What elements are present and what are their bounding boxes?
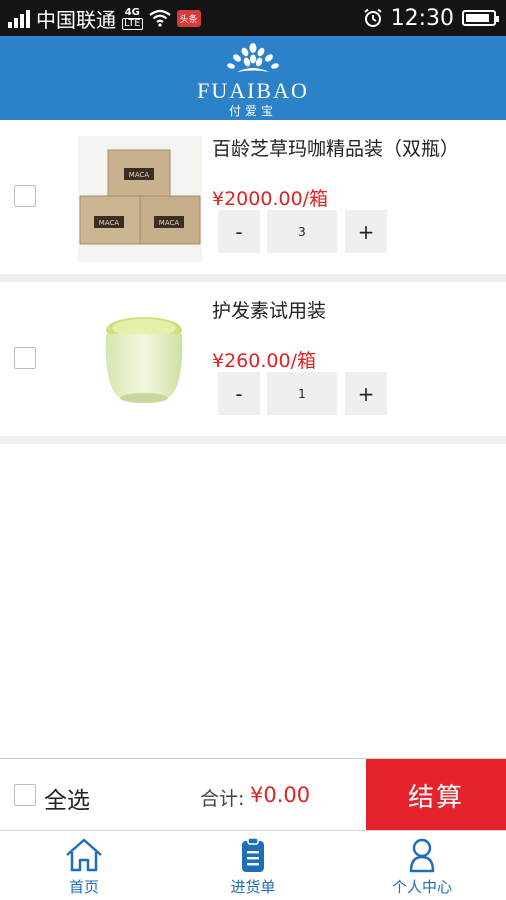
cart-item: MACA MACA MACA 百龄芝草玛咖精品装（双瓶） ¥2000.00/箱 … — [0, 120, 506, 274]
app-header: FUAIBAO 付爱宝 — [0, 36, 506, 120]
increase-button[interactable]: + — [345, 210, 387, 253]
item-checkbox[interactable] — [14, 185, 36, 207]
item-name: 护发素试用装 — [212, 300, 327, 322]
bottom-tab-bar: 首页 进货单 个人中心 — [0, 830, 506, 900]
tab-purchase-list[interactable]: 进货单 — [169, 831, 337, 900]
total-amount: ¥0.00 — [250, 783, 311, 807]
total-label: 合计: — [200, 788, 245, 810]
tab-home[interactable]: 首页 — [0, 831, 168, 900]
brand-name: FUAIBAO — [197, 78, 309, 103]
item-price: ¥2000.00/箱 — [212, 188, 329, 210]
decrease-button[interactable]: - — [218, 372, 260, 415]
tab-profile-label: 个人中心 — [391, 878, 452, 896]
home-icon — [66, 838, 102, 872]
tab-purchase-list-label: 进货单 — [230, 878, 276, 896]
maca-boxes-image: MACA MACA MACA — [78, 136, 202, 262]
divider — [0, 274, 506, 282]
checkout-button[interactable]: 结算 — [366, 759, 506, 831]
news-notification-icon: 头条 — [176, 9, 201, 27]
alarm-icon — [363, 8, 382, 27]
brand-subtitle: 付爱宝 — [228, 104, 277, 118]
select-all-label[interactable]: 全选 — [44, 781, 90, 815]
network-label: 4G — [124, 6, 140, 18]
battery-level — [466, 14, 490, 22]
select-all-checkbox[interactable] — [14, 784, 36, 806]
status-right: 12:30 — [363, 0, 499, 36]
carrier-name: 中国联通 — [36, 7, 116, 32]
cart-item: 护发素试用装 ¥260.00/箱 - 1 + — [0, 282, 506, 436]
person-icon — [409, 838, 435, 873]
cream-jar-image — [105, 317, 183, 403]
item-name: 百龄芝草玛咖精品装（双瓶） — [212, 138, 460, 160]
tab-profile[interactable]: 个人中心 — [338, 831, 506, 900]
brand-logo-icon — [227, 43, 279, 72]
item-checkbox[interactable] — [14, 347, 36, 369]
clipboard-icon — [242, 837, 264, 872]
network-type: 4G LTE — [122, 7, 143, 30]
network-sub-label: LTE — [122, 17, 143, 30]
checkout-bar: 全选 合计: ¥0.00 结算 — [0, 758, 506, 831]
status-time: 12:30 — [390, 5, 454, 31]
status-bar: 中国联通 4G LTE 头条 12:30 — [0, 0, 506, 36]
status-left: 中国联通 4G LTE 头条 — [8, 0, 201, 36]
tab-home-label: 首页 — [68, 878, 99, 896]
divider — [0, 436, 506, 444]
signal-icon — [8, 8, 30, 28]
item-price: ¥260.00/箱 — [212, 350, 316, 372]
increase-button[interactable]: + — [345, 372, 387, 415]
decrease-button[interactable]: - — [218, 210, 260, 253]
battery-icon — [462, 10, 499, 26]
wifi-icon — [148, 9, 171, 27]
svg-text:MACA: MACA — [99, 219, 120, 227]
quantity-field[interactable]: 1 — [267, 372, 337, 415]
quantity-field[interactable]: 3 — [267, 210, 337, 253]
svg-text:MACA: MACA — [159, 219, 180, 227]
svg-text:MACA: MACA — [129, 171, 150, 179]
